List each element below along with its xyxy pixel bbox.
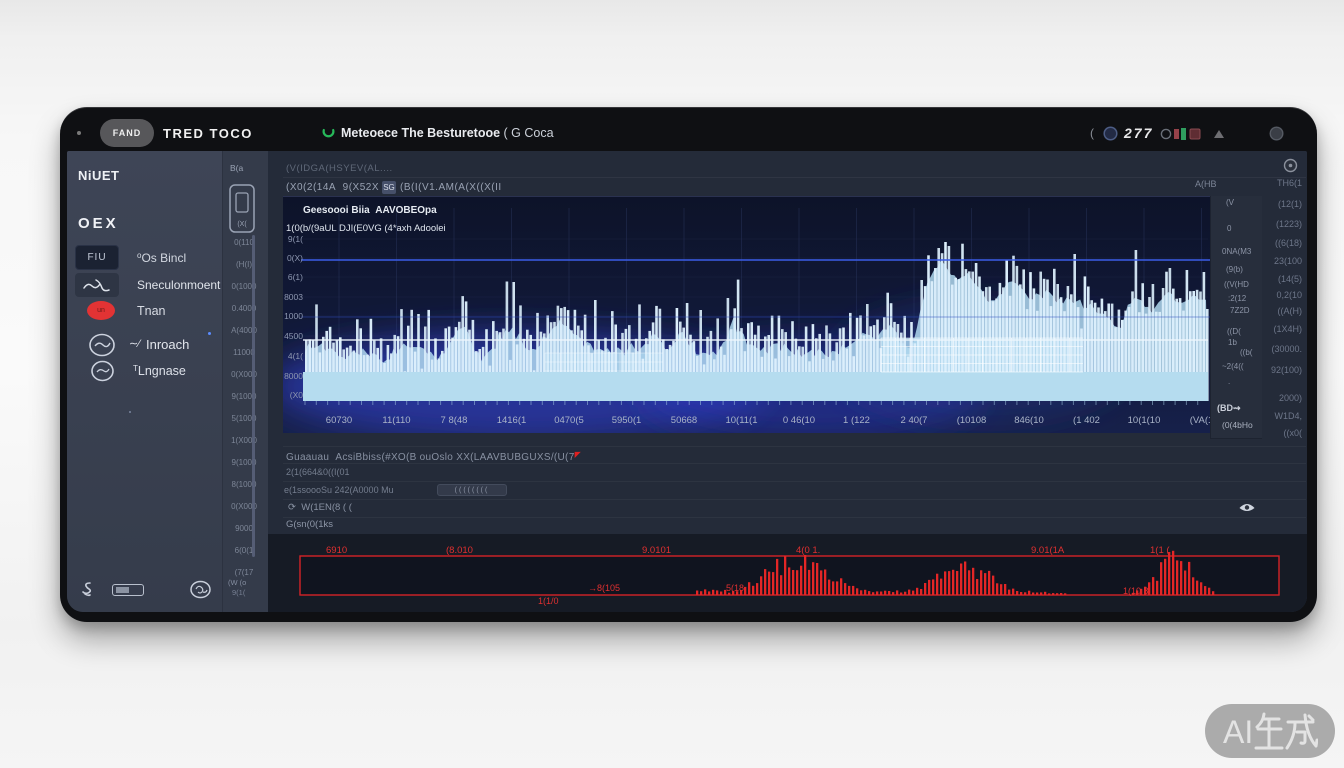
svg-text:1416(1: 1416(1 — [497, 415, 527, 426]
svg-text:0470(5: 0470(5 — [554, 415, 584, 426]
svg-text:Geesoooi Biia AAVOBEOpa: Geesoooi Biia AAVOBEOpa — [303, 205, 437, 216]
svg-text:9.0101: 9.0101 — [642, 545, 671, 556]
svg-text:(VA(1: (VA(1 — [1190, 415, 1210, 426]
svg-text:6910: 6910 — [326, 545, 347, 556]
svg-text:11(110: 11(110 — [382, 415, 410, 426]
svg-text:9(1(: 9(1( — [288, 234, 303, 244]
svg-text:2 40(7: 2 40(7 — [901, 415, 928, 426]
svg-text:5950(1: 5950(1 — [612, 415, 642, 426]
svg-text:1(10 8: 1(10 8 — [1123, 586, 1149, 596]
svg-text:846(10: 846(10 — [1014, 415, 1044, 426]
svg-text:4(0 1.: 4(0 1. — [796, 545, 820, 556]
svg-text:1(1/0: 1(1/0 — [538, 596, 559, 606]
svg-text:1(0(b/(9aUL DJI(E0VG (4*axh Ad: 1(0(b/(9aUL DJI(E0VG (4*axh Adoolei — [286, 223, 446, 234]
svg-text:60730: 60730 — [326, 415, 352, 426]
svg-text:1(1 (: 1(1 ( — [1150, 545, 1170, 556]
svg-text:50668: 50668 — [671, 415, 697, 426]
svg-text:9.01(1A: 9.01(1A — [1031, 545, 1065, 556]
svg-text:(X0: (X0 — [290, 390, 304, 400]
svg-text:4(1(: 4(1( — [288, 351, 303, 361]
svg-text:5(18: 5(18 — [726, 583, 744, 593]
svg-text:7 8(48: 7 8(48 — [441, 415, 468, 426]
svg-text:8000: 8000 — [284, 371, 303, 381]
svg-text:(1 402: (1 402 — [1073, 415, 1100, 426]
svg-text:6(1): 6(1) — [288, 272, 303, 282]
svg-text:4500: 4500 — [284, 331, 303, 341]
svg-text:10(1(10: 10(1(10 — [1128, 415, 1161, 426]
svg-text:0(X): 0(X) — [287, 253, 303, 263]
svg-text:(10108: (10108 — [957, 415, 987, 426]
svg-text:8003: 8003 — [284, 292, 303, 302]
svg-text:(8.010: (8.010 — [446, 545, 473, 556]
svg-text:(X(: (X( — [237, 221, 247, 228]
svg-text:0 46(10: 0 46(10 — [783, 415, 815, 426]
svg-text:1 (122: 1 (122 — [843, 415, 870, 426]
svg-text:1000: 1000 — [284, 311, 303, 321]
svg-text:→8(105: →8(105 — [588, 583, 620, 593]
svg-text:10(11(1: 10(11(1 — [725, 415, 757, 426]
